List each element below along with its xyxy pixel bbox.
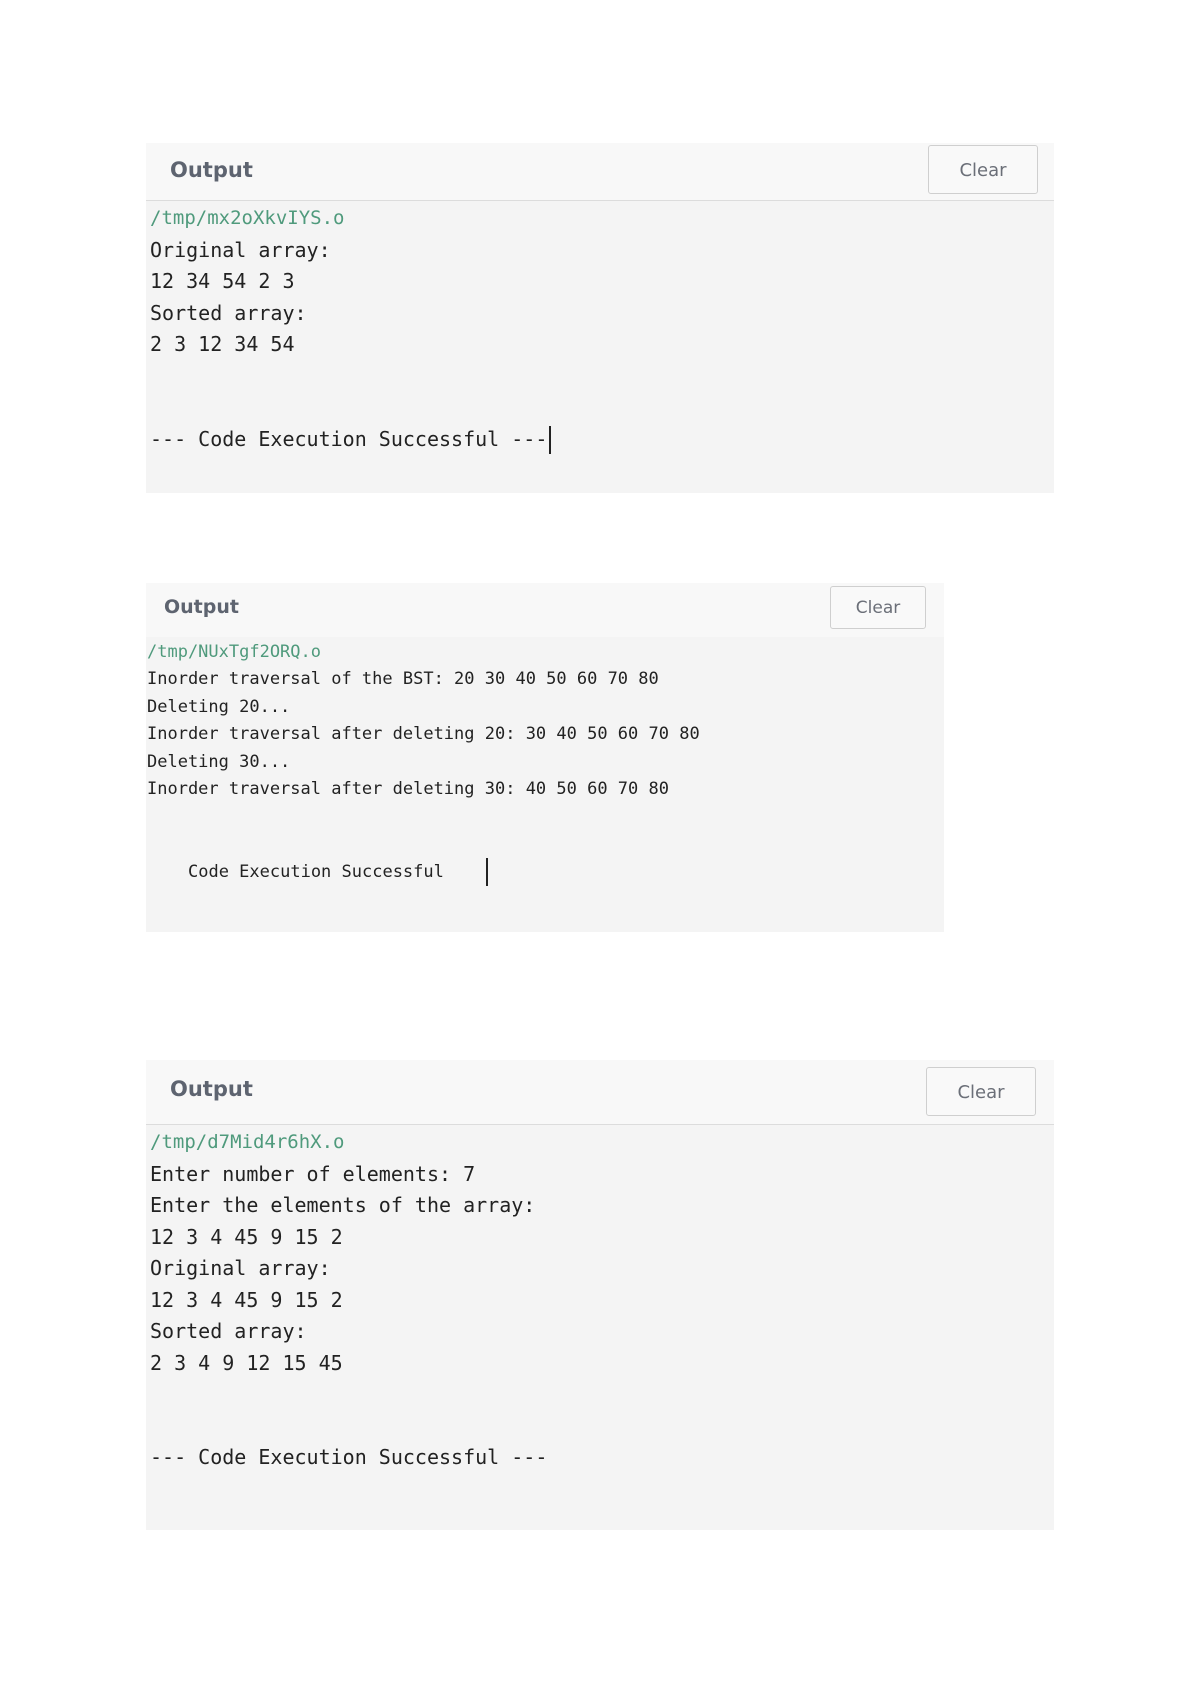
execution-status: --- Code Execution Successful --- [150, 426, 548, 451]
output-line: Inorder traversal after deleting 30: 40 … [147, 779, 669, 800]
output-line: Deleting 30... [147, 751, 291, 772]
output-line: Original array: [150, 237, 331, 262]
output-line: Original array: [150, 1256, 331, 1280]
output-file-path: /tmp/NUxTgf2ORQ.o [147, 642, 321, 662]
output-panel-header: Output Clear [146, 143, 1054, 201]
clear-button[interactable]: Clear [928, 145, 1038, 194]
output-line: 2 3 4 9 12 15 45 [150, 1350, 343, 1375]
output-line: Inorder traversal of the BST: 20 30 40 5… [147, 669, 659, 690]
output-line: Sorted array: [150, 1319, 307, 1343]
text-cursor [485, 858, 488, 887]
console-output: /tmp/NUxTgf2ORQ.o Inorder traversal of th… [147, 639, 700, 887]
output-panel-2: Output Clear /tmp/NUxTgf2ORQ.o Inorder tr… [146, 583, 944, 932]
output-line: 12 3 4 45 9 15 2 [150, 1287, 343, 1312]
output-line: Enter number of elements: 7 [150, 1161, 476, 1186]
output-file-path: /tmp/d7Mid4r6hX.o [150, 1131, 345, 1153]
output-panel-3: Output Clear /tmp/d7Mid4r6hX.o Enter numb… [146, 1060, 1054, 1530]
clear-button[interactable]: Clear [926, 1067, 1036, 1116]
output-file-path: /tmp/mx2oXkvIYS.o [150, 207, 345, 229]
output-title: Output [164, 596, 239, 618]
output-line: 2 3 12 34 54 [150, 332, 295, 356]
clear-button[interactable]: Clear [830, 586, 926, 629]
output-line: 12 3 4 45 9 15 2 [150, 1224, 343, 1249]
console-output: /tmp/mx2oXkvIYS.o Original array: 12 34 54… [150, 203, 552, 455]
execution-status: Code Execution Successful [188, 862, 444, 883]
execution-status: --- Code Execution Successful --- [150, 1445, 548, 1469]
output-panel-header: Output Clear [146, 583, 944, 637]
output-line: Deleting 20... [147, 696, 291, 717]
output-panel-1: Output Clear /tmp/mx2oXkvIYS.o Original a… [146, 143, 1054, 493]
console-output: /tmp/d7Mid4r6hX.o Enter number of element… [150, 1127, 547, 1474]
output-title: Output [170, 158, 253, 182]
output-line: 12 34 54 2 3 [150, 269, 295, 293]
output-title: Output [170, 1077, 253, 1101]
output-line: Inorder traversal after deleting 20: 30 … [147, 724, 700, 745]
output-line: Enter the elements of the array: [150, 1193, 536, 1217]
text-cursor [549, 426, 552, 454]
output-panel-header: Output Clear [146, 1060, 1054, 1125]
output-line: Sorted array: [150, 300, 307, 325]
